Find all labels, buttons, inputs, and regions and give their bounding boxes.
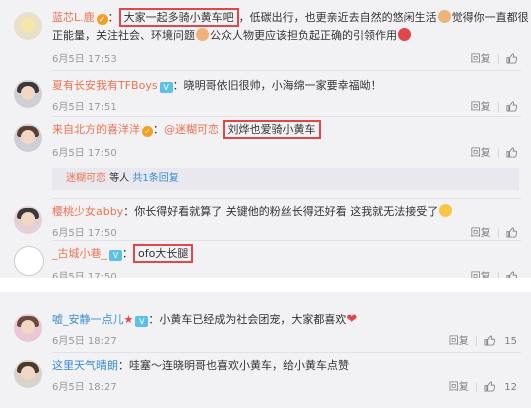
like-count: 12	[504, 382, 517, 393]
comment-username[interactable]: 来自北方的喜洋洋	[52, 123, 140, 136]
thumbs-up-icon	[506, 147, 517, 158]
comment-timestamp: 6月5日 18:27	[52, 336, 117, 347]
rose-emoji-icon	[398, 28, 411, 41]
star-icon: ★	[123, 313, 134, 326]
divider	[52, 116, 521, 117]
divider	[52, 198, 521, 199]
avatar[interactable]	[14, 12, 42, 40]
comment-username[interactable]: _古城小巷_	[52, 247, 107, 260]
comment-username[interactable]: 夏有长安我有TFBoys	[52, 79, 158, 92]
like-count: 15	[504, 336, 517, 347]
vip-badge-icon: V	[109, 250, 122, 261]
thumbs-up-icon	[506, 101, 517, 112]
comment-timestamp: 6月5日 17:50	[52, 148, 117, 159]
verified-badge-icon: ✓	[142, 126, 153, 137]
comments-panel-top: 蓝芯L.鹿 ✓：大家一起多骑小黄车吧 ，低碳出行，也更亲近去自然的悠闲生活 觉得你一直…	[0, 0, 531, 283]
comments-panel-bottom: 嘘_安静一点儿★ V ：小黄车已经成为社会团宠，大家都喜欢❤ 6月5日 18:27 …	[0, 292, 531, 408]
vip-badge-icon: V	[135, 316, 149, 327]
comment-username[interactable]: 樱桃少女abby	[52, 205, 123, 218]
like-button[interactable]	[506, 53, 517, 65]
comment-username[interactable]: 蓝芯L.鹿	[52, 11, 95, 24]
thumbs-up-emoji-icon	[437, 10, 451, 23]
like-button[interactable]: 15	[484, 335, 517, 347]
like-button[interactable]	[506, 147, 517, 159]
reply-button[interactable]: 回复	[449, 332, 469, 347]
heart-emoji-icon: ❤	[346, 312, 358, 327]
thumbs-up-icon	[484, 381, 496, 392]
vip-badge-icon: V	[159, 82, 173, 93]
thumbs-up-icon	[484, 335, 496, 346]
more-replies-link[interactable]: 共1条回复	[132, 173, 178, 184]
cat-emoji-icon	[439, 204, 453, 217]
avatar[interactable]	[14, 314, 42, 342]
thumbs-up-icon	[506, 53, 517, 64]
avatar[interactable]	[14, 360, 42, 388]
comment-username[interactable]: 嘘_安静一点儿	[52, 313, 124, 326]
section-gap	[0, 278, 531, 292]
divider	[52, 352, 521, 353]
comment-username[interactable]: 这里天气晴朗	[52, 359, 118, 372]
comment-timestamp: 6月5日 17:51	[52, 102, 117, 113]
reply-button[interactable]: 回复	[471, 144, 491, 159]
mention-link[interactable]: @迷糊可恋	[164, 123, 219, 136]
comment-timestamp: 6月5日 17:53	[52, 54, 117, 65]
sub-reply-username[interactable]: 迷糊可恋	[66, 173, 106, 184]
divider	[52, 240, 521, 241]
highlighted-text: ofo大长腿	[133, 244, 194, 263]
avatar[interactable]	[14, 206, 42, 234]
comment-timestamp: 6月5日 17:50	[52, 228, 117, 239]
reply-button[interactable]: 回复	[471, 224, 491, 239]
like-button[interactable]: 12	[484, 381, 517, 393]
avatar[interactable]	[14, 80, 42, 108]
reply-button[interactable]: 回复	[471, 98, 491, 113]
highlighted-text: 大家一起多骑小黄车吧	[118, 8, 239, 27]
divider	[52, 70, 521, 71]
thumbs-up-emoji-icon	[196, 28, 209, 41]
reply-button[interactable]: 回复	[471, 50, 491, 65]
like-button[interactable]	[506, 101, 517, 113]
highlighted-text: 刘烨也爱骑小黄车	[222, 120, 321, 139]
verified-badge-icon: ✓	[96, 14, 108, 25]
avatar[interactable]	[14, 124, 42, 152]
like-button[interactable]	[506, 227, 517, 239]
comment-timestamp: 6月5日 18:27	[52, 382, 117, 393]
thumbs-up-icon	[506, 227, 517, 238]
reply-button[interactable]: 回复	[449, 378, 469, 393]
sub-reply-bar: 迷糊可恋 等人 共1条回复	[52, 168, 519, 190]
avatar[interactable]	[14, 246, 44, 276]
